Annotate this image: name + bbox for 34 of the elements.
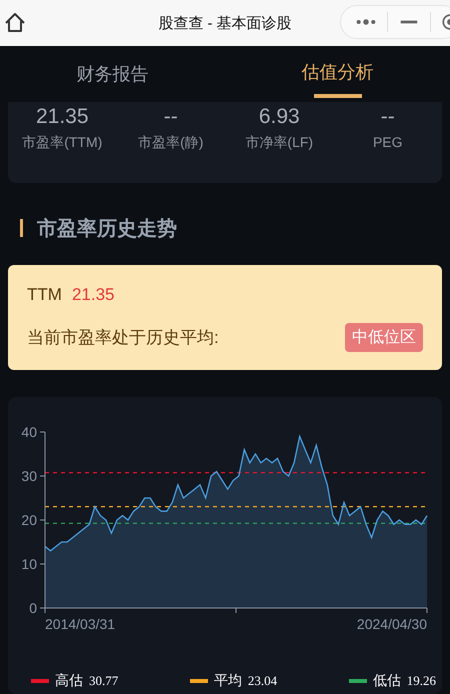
metric-label: 市盈率(TTM): [22, 134, 102, 152]
legend-swatch: [190, 679, 208, 683]
metric-value: 6.93: [258, 104, 300, 130]
ttm-label: TTM: [27, 285, 62, 305]
window-title: 股查查 - 基本面诊股: [157, 14, 293, 32]
summary-text: 当前市盈率处于历史平均:: [27, 327, 219, 349]
x-tick-label: 2014/03/31: [45, 616, 116, 632]
section-title: 市盈率历史走势: [37, 216, 177, 242]
ttm-value: 21.35: [72, 285, 114, 305]
metric-value: --: [164, 104, 178, 130]
metric-value: --: [380, 104, 395, 130]
legend-label: 低估: [372, 672, 401, 690]
tab[interactable]: 财务报告: [25, 46, 200, 102]
metric-value: 21.35: [36, 104, 89, 130]
legend-label: 平均: [214, 672, 242, 690]
metric-label: 市净率(LF): [245, 134, 314, 152]
y-tick-label: 20: [21, 512, 37, 528]
legend-value: 23.04: [248, 673, 278, 689]
legend-value: 19.26: [406, 673, 436, 689]
x-tick-label: 2024/04/30: [356, 616, 427, 632]
metric-label: PEG: [372, 134, 403, 150]
y-tick-label: 0: [29, 600, 37, 616]
more-icon[interactable]: [355, 17, 377, 27]
legend-swatch: [31, 679, 49, 683]
legend-label: 高估: [55, 672, 83, 690]
legend-swatch: [348, 679, 367, 683]
accent-bar: [20, 219, 23, 237]
y-tick-label: 10: [21, 556, 37, 572]
metric-label: 市盈率(静): [138, 134, 204, 152]
y-tick-label: 40: [21, 424, 37, 440]
y-tick-label: 30: [21, 468, 37, 484]
home-icon[interactable]: [3, 11, 27, 35]
legend-value: 30.77: [89, 673, 118, 689]
level-tag: 中低位区: [345, 323, 423, 352]
